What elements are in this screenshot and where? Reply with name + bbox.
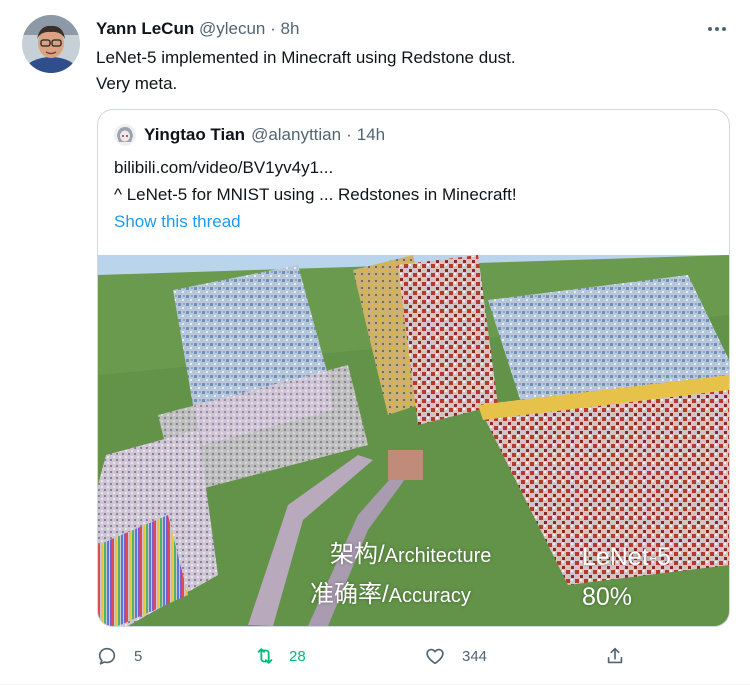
reply-icon bbox=[98, 647, 116, 665]
quote-author-handle[interactable]: @alanyttian bbox=[251, 125, 341, 145]
retweet-count: 28 bbox=[289, 647, 306, 665]
tweet[interactable]: Yann LeCun @ylecun · 8h LeNet-5 implemen… bbox=[0, 0, 750, 685]
more-options-icon[interactable] bbox=[704, 16, 730, 42]
tweet-actions: 5 28 344 bbox=[96, 640, 656, 672]
arch-cn: 架构 bbox=[330, 541, 378, 568]
acc-slash: / bbox=[382, 581, 389, 608]
quote-author-photo bbox=[114, 124, 136, 146]
quoted-tweet[interactable]: Yingtao Tian @alanyttian · 14h bilibili.… bbox=[97, 109, 730, 627]
tweet-time[interactable]: 8h bbox=[281, 19, 300, 38]
like-count: 344 bbox=[462, 647, 488, 665]
arch-slash: / bbox=[378, 541, 385, 568]
reply-count: 5 bbox=[134, 647, 143, 665]
media-model-name: LeNet-5 bbox=[582, 543, 671, 571]
media-accuracy-value: 80% bbox=[582, 583, 633, 611]
tweet-header: Yann LeCun @ylecun · 8h bbox=[96, 18, 299, 40]
quote-author-name[interactable]: Yingtao Tian bbox=[144, 125, 245, 145]
reply-button[interactable]: 5 bbox=[96, 640, 142, 672]
tweet-text: LeNet-5 implemented in Minecraft using R… bbox=[96, 45, 516, 97]
share-button[interactable] bbox=[604, 640, 626, 672]
author-name[interactable]: Yann LeCun bbox=[96, 19, 194, 38]
like-button[interactable]: 344 bbox=[424, 640, 487, 672]
author-handle[interactable]: @ylecun bbox=[199, 19, 265, 38]
quote-link-text: bilibili.com/video/BV1yv4y1... bbox=[114, 158, 334, 177]
quote-author-avatar[interactable] bbox=[114, 124, 136, 146]
media-caption-architecture: 架构/Architecture bbox=[330, 540, 491, 571]
heart-icon bbox=[426, 648, 444, 665]
quote-header: Yingtao Tian @alanyttian · 14h bbox=[114, 124, 385, 146]
acc-cn: 准确率 bbox=[310, 581, 382, 608]
acc-en: Accuracy bbox=[388, 585, 471, 607]
quote-separator-dot: · bbox=[346, 125, 352, 144]
quote-description: ^ LeNet-5 for MNIST using ... Redstones … bbox=[114, 185, 517, 204]
separator-dot: · bbox=[270, 19, 276, 38]
author-photo bbox=[22, 15, 80, 73]
arch-en: Architecture bbox=[384, 545, 492, 567]
retweet-icon bbox=[257, 648, 273, 664]
media-caption-accuracy: 准确率/Accuracy bbox=[310, 580, 471, 611]
quote-time[interactable]: 14h bbox=[357, 125, 385, 145]
tweet-text-line1: LeNet-5 implemented in Minecraft using R… bbox=[96, 48, 516, 67]
show-thread-link[interactable]: Show this thread bbox=[114, 208, 517, 235]
author-avatar[interactable] bbox=[22, 15, 80, 73]
tweet-text-line2: Very meta. bbox=[96, 74, 178, 93]
retweet-button[interactable]: 28 bbox=[254, 640, 306, 672]
share-icon bbox=[607, 647, 623, 664]
quote-text: bilibili.com/video/BV1yv4y1... ^ LeNet-5… bbox=[114, 154, 517, 235]
